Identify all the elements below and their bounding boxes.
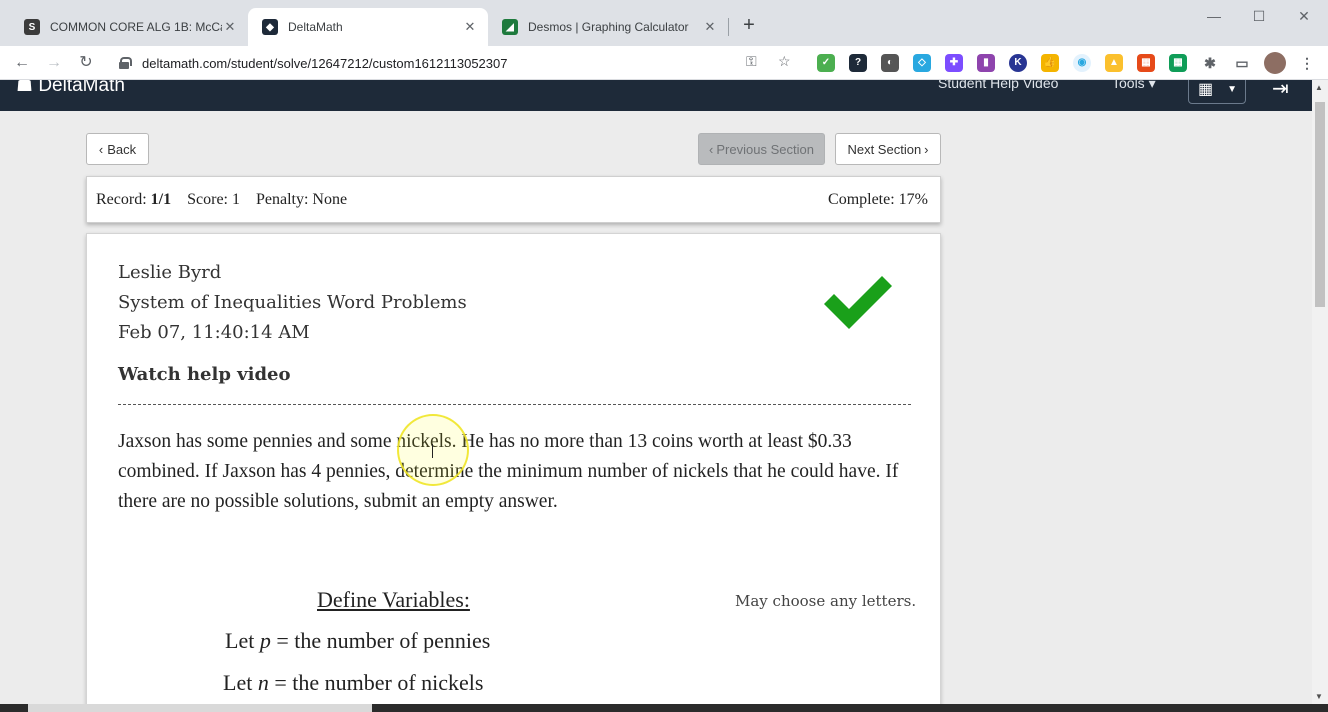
logo-mark-icon: ☗ (16, 80, 34, 96)
extension-icon[interactable]: 👍 (1041, 54, 1059, 72)
new-tab-plus-icon[interactable]: + (738, 14, 760, 36)
chevron-right-icon: › (924, 141, 929, 157)
browser-tab-schoology[interactable]: S COMMON CORE ALG 1B: McCarr ✕ (10, 8, 248, 46)
student-help-video-link[interactable]: Student Help Video (938, 80, 1058, 91)
desmos-favicon-icon: ◢ (502, 19, 518, 35)
variable-meaning: = the number of nickels (274, 670, 484, 695)
apps-grid-button[interactable]: ▦ ▼ (1188, 80, 1246, 104)
back-arrow-icon[interactable]: ← (10, 51, 34, 75)
deltamath-logo[interactable]: ☗ DeltaMath (16, 80, 125, 97)
profile-avatar[interactable] (1264, 52, 1286, 74)
close-tab-icon[interactable]: ✕ (222, 19, 238, 35)
extension-icon[interactable]: ▲ (1105, 54, 1123, 72)
tools-menu[interactable]: Tools ▾ (1112, 80, 1156, 92)
forward-arrow-icon[interactable]: → (42, 51, 66, 75)
variable-definition-pennies: Let p = the number of pennies (225, 628, 490, 654)
record-label: Record: (96, 191, 147, 208)
previous-label: Previous Section (716, 141, 814, 157)
deltamath-favicon-icon: ◆ (262, 19, 278, 35)
student-name: Leslie Byrd (118, 262, 222, 283)
watch-help-video-link[interactable]: Watch help video (118, 364, 291, 385)
tab-title: DeltaMath (288, 20, 343, 34)
page-viewport: ☗ DeltaMath Student Help Video Tools ▾ ▦… (0, 80, 1312, 704)
choose-letters-note: May choose any letters. (735, 592, 917, 610)
text-cursor-icon (432, 444, 438, 458)
key-icon[interactable]: ⚿ (746, 53, 757, 70)
extension-icon[interactable]: K (1009, 54, 1027, 72)
extension-icon[interactable]: ▦ (1137, 54, 1155, 72)
complete-text: Complete: 17% (828, 191, 928, 208)
timestamp: Feb 07, 11:40:14 AM (118, 322, 310, 343)
extension-icon[interactable]: ◐ (881, 54, 899, 72)
extension-icon[interactable]: ? (849, 54, 867, 72)
taskbar-strip (0, 704, 1328, 712)
let-word: Let (225, 628, 255, 653)
minimize-icon[interactable]: — (1202, 6, 1226, 26)
caret-down-icon: ▼ (1227, 83, 1238, 95)
variable-definition-nickels: Let n = the number of nickels (223, 670, 483, 696)
maximize-icon[interactable]: ☐ (1247, 6, 1271, 26)
record-stats: Record: 1/1 Score: 1 Penalty: None (96, 191, 347, 209)
reload-icon[interactable]: ↻ (74, 51, 98, 75)
browser-tab-bar: S COMMON CORE ALG 1B: McCarr ✕ ◆ DeltaMa… (0, 0, 1328, 46)
cast-icon[interactable]: ▭ (1233, 54, 1251, 72)
scroll-down-arrow-icon[interactable]: ▼ (1315, 692, 1323, 701)
extension-icon[interactable]: ✓ (817, 54, 835, 72)
let-word: Let (223, 670, 253, 695)
correct-checkmark-icon (824, 276, 892, 329)
back-button[interactable]: ‹ Back (86, 133, 149, 165)
variable-meaning: = the number of pennies (276, 628, 491, 653)
divider (118, 404, 911, 405)
taskbar-item (28, 704, 372, 712)
penalty-text: Penalty: None (255, 191, 348, 208)
extension-icon[interactable]: ▦ (1169, 54, 1187, 72)
extension-icon[interactable]: ◉ (1073, 54, 1091, 72)
deltamath-header: ☗ DeltaMath Student Help Video Tools ▾ ▦… (0, 80, 1312, 111)
browser-tab-desmos[interactable]: ◢ Desmos | Graphing Calculator ✕ (488, 8, 728, 46)
grid-icon: ▦ (1198, 81, 1214, 98)
next-label: Next Section (847, 141, 922, 157)
bookmark-star-icon[interactable]: ☆ (778, 53, 791, 70)
problem-text: Jaxson has some pennies and some nickels… (118, 431, 899, 512)
url-text: deltamath.com/student/solve/12647212/cus… (142, 55, 508, 71)
tab-title: COMMON CORE ALG 1B: McCarr (50, 20, 222, 34)
browser-tab-deltamath[interactable]: ◆ DeltaMath ✕ (248, 8, 488, 46)
next-section-button[interactable]: Next Section › (835, 133, 941, 165)
schoology-favicon-icon: S (24, 19, 40, 35)
record-bar: Record: 1/1 Score: 1 Penalty: None Compl… (86, 176, 941, 223)
back-label: Back (107, 141, 137, 157)
address-bar[interactable]: deltamath.com/student/solve/12647212/cus… (110, 49, 806, 77)
tab-title: Desmos | Graphing Calculator (528, 20, 689, 34)
extensions-puzzle-icon[interactable]: ✱ (1201, 54, 1219, 72)
close-tab-icon[interactable]: ✕ (462, 19, 478, 35)
chevron-left-icon: ‹ (709, 141, 714, 157)
chevron-left-icon: ‹ (98, 141, 104, 157)
extension-icon[interactable]: ◇ (913, 54, 931, 72)
extension-icon[interactable]: ✚ (945, 54, 963, 72)
logo-text: DeltaMath (38, 80, 125, 96)
variable-letter: p (259, 628, 271, 653)
tab-separator (728, 18, 729, 36)
score-text: Score: 1 (187, 191, 240, 208)
record-value: 1/1 (150, 191, 172, 208)
previous-section-button[interactable]: ‹ Previous Section (698, 133, 825, 165)
lock-icon (118, 57, 132, 69)
close-window-icon[interactable]: ✕ (1292, 6, 1316, 26)
define-variables-heading: Define Variables: (317, 587, 470, 612)
browser-menu-icon[interactable]: ⋮ (1298, 54, 1316, 72)
browser-toolbar: ← → ↻ deltamath.com/student/solve/126472… (0, 46, 1328, 80)
problem-card: Leslie Byrd System of Inequalities Word … (86, 233, 941, 704)
vertical-scrollbar[interactable]: ▲ ▼ (1312, 80, 1328, 704)
logout-icon[interactable]: ⇥ (1272, 80, 1289, 101)
variable-letter: n (257, 670, 269, 695)
assignment-title: System of Inequalities Word Problems (118, 292, 467, 313)
close-tab-icon[interactable]: ✕ (702, 19, 718, 35)
scroll-up-arrow-icon[interactable]: ▲ (1315, 83, 1323, 92)
extension-icon[interactable]: ▮ (977, 54, 995, 72)
scrollbar-thumb[interactable] (1315, 102, 1325, 307)
